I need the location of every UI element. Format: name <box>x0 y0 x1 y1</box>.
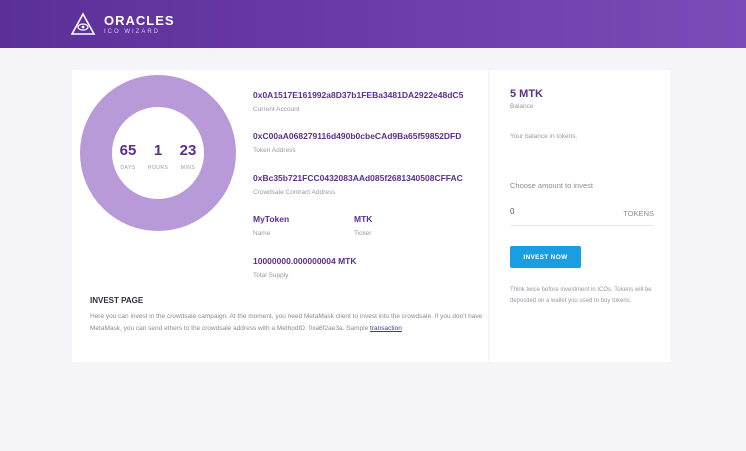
invest-page-title: INVEST PAGE <box>90 296 144 305</box>
amount-unit: TOKENS <box>623 209 654 218</box>
token-name-value: MyToken <box>253 214 290 224</box>
investment-note: Think twice before investment in ICOs. T… <box>510 287 652 304</box>
balance-value: 5 MTK <box>510 88 543 100</box>
countdown-days-label: DAYS <box>120 165 136 171</box>
crowdsale-address-value: 0xBc35b721FCC0432083AAd085f2681340508CFF… <box>253 173 463 183</box>
countdown-ring: 65 DAYS 1 HOURS 23 MINS <box>80 75 236 231</box>
crowdsale-info-card: 65 DAYS 1 HOURS 23 MINS 0x0A1517E161992a… <box>72 70 488 362</box>
brand-subtitle: ICO WIZARD <box>104 28 160 35</box>
crowdsale-address: 0xBc35b721FCC0432083AAd085f2681340508CFF… <box>253 173 463 196</box>
token-name-label: Name <box>253 230 271 237</box>
amount-label: Choose amount to invest <box>510 181 593 190</box>
brand-logo[interactable]: ORACLES ICO WIZARD <box>70 12 175 36</box>
token-ticker: MTK Ticker <box>354 214 372 237</box>
amount-field[interactable]: TOKENS <box>510 204 654 226</box>
current-account-value: 0x0A1517E161992a8D37b1FEBa3481DA2922e48d… <box>253 90 464 100</box>
countdown-center: 65 DAYS 1 HOURS 23 MINS <box>112 107 204 199</box>
countdown-hours-label: HOURS <box>147 165 169 171</box>
invest-now-button[interactable]: INVEST NOW <box>510 246 581 268</box>
total-supply-label: Total Supply <box>253 272 289 279</box>
countdown-days-value: 65 <box>119 142 137 159</box>
balance-description: Your balance in tokens. <box>510 133 578 140</box>
total-supply: 10000000.000000004 MTK Total Supply <box>253 256 357 279</box>
crowdsale-address-label: Crowdsale Contract Address <box>253 189 336 196</box>
countdown-mins-label: MINS <box>180 165 196 171</box>
countdown-days: 65 DAYS <box>113 142 143 172</box>
sample-transaction-link[interactable]: transaction <box>370 325 402 332</box>
token-ticker-value: MTK <box>354 214 373 224</box>
brand-title: ORACLES <box>104 12 175 28</box>
countdown-hours: 1 HOURS <box>143 142 173 172</box>
invest-panel: 5 MTK Balance Your balance in tokens. Ch… <box>490 70 670 362</box>
oracles-logo-icon <box>70 12 96 35</box>
token-address-label: Token Address <box>253 147 296 154</box>
current-account: 0x0A1517E161992a8D37b1FEBa3481DA2922e48d… <box>253 90 463 113</box>
total-supply-value: 10000000.000000004 MTK <box>253 256 357 266</box>
countdown-hours-value: 1 <box>153 142 163 159</box>
countdown-mins-value: 23 <box>179 142 197 159</box>
header-bar: ORACLES ICO WIZARD <box>0 0 746 48</box>
token-address: 0xC00aA068279116d490b0cbeCAd9Ba65f59852D… <box>253 131 461 154</box>
token-name: MyToken Name <box>253 214 289 237</box>
token-address-value: 0xC00aA068279116d490b0cbeCAd9Ba65f59852D… <box>253 131 462 141</box>
invest-description-text: Here you can invest in the crowdsale cam… <box>90 313 483 332</box>
invest-page-description: Here you can invest in the crowdsale cam… <box>90 311 485 335</box>
current-account-label: Current Account <box>253 106 300 113</box>
amount-input[interactable] <box>510 207 590 216</box>
token-ticker-label: Ticker <box>354 230 372 237</box>
balance-label: Balance <box>510 103 534 110</box>
countdown-mins: 23 MINS <box>173 142 203 172</box>
